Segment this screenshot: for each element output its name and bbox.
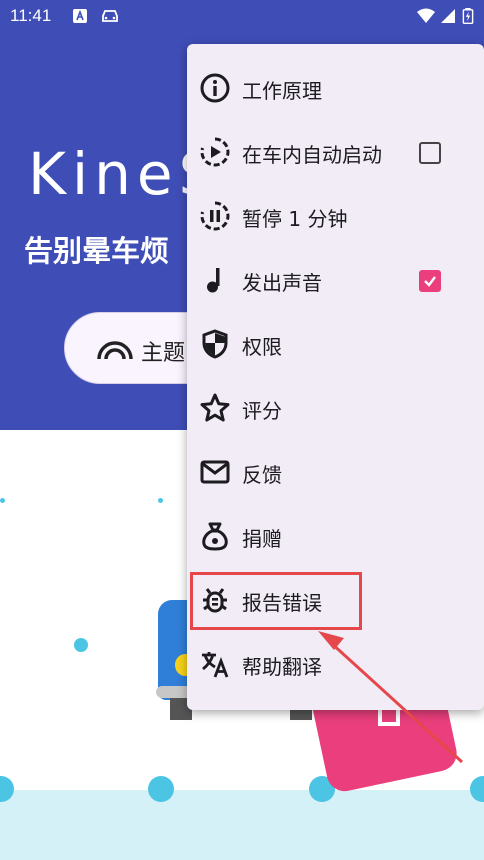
checkmark-icon	[424, 276, 436, 287]
pause-timer-icon	[200, 201, 230, 231]
money-bag-icon	[202, 522, 228, 551]
info-icon	[200, 73, 230, 103]
annotation-highlight-box	[190, 572, 362, 630]
menu-item-label: 捐赠	[242, 527, 282, 551]
menu-item-how-it-works[interactable]: 工作原理	[187, 56, 484, 120]
dot	[148, 776, 174, 802]
menu-item-label: 暂停 1 分钟	[242, 207, 348, 231]
menu-item-pause-1-minute[interactable]: 暂停 1 分钟	[187, 184, 484, 248]
theme-button-label: 主题	[141, 341, 186, 366]
translate-icon	[202, 652, 229, 678]
auto-start-checkbox[interactable]	[419, 142, 441, 164]
menu-item-help-translate[interactable]: 帮助翻译	[187, 632, 484, 696]
dot	[74, 638, 88, 652]
rainbow-icon	[97, 341, 133, 360]
status-time: 11:41	[10, 6, 52, 25]
autostart-icon	[200, 137, 230, 167]
music-note-icon	[207, 268, 220, 293]
menu-item-label: 评分	[242, 399, 282, 423]
menu-item-auto-start[interactable]: 在车内自动启动	[187, 120, 484, 184]
floor-strip	[0, 790, 484, 860]
menu-item-label: 权限	[242, 335, 282, 359]
a-square-icon	[73, 9, 87, 23]
dot	[0, 498, 5, 503]
car-icon	[102, 10, 118, 22]
shield-icon	[202, 329, 228, 359]
status-bar: 11:41	[0, 0, 484, 34]
battery-icon	[462, 8, 474, 24]
app-subtitle: 告别晕车烦	[24, 234, 170, 268]
menu-item-feedback[interactable]: 反馈	[187, 440, 484, 504]
menu-item-label: 帮助翻译	[242, 655, 322, 679]
menu-item-label: 在车内自动启动	[242, 143, 382, 167]
star-icon	[200, 393, 230, 422]
menu-item-label: 工作原理	[242, 79, 322, 103]
menu-item-play-sound[interactable]: 发出声音	[187, 248, 484, 312]
mail-icon	[200, 460, 230, 484]
menu-item-rate[interactable]: 评分	[187, 376, 484, 440]
signal-icon	[441, 9, 455, 23]
menu-item-label: 发出声音	[242, 271, 322, 295]
menu-item-permissions[interactable]: 权限	[187, 312, 484, 376]
wifi-icon	[417, 8, 435, 23]
menu-item-donate[interactable]: 捐赠	[187, 504, 484, 568]
dot	[158, 498, 163, 503]
menu-item-label: 反馈	[242, 463, 282, 487]
play-sound-checkbox[interactable]	[419, 270, 441, 292]
